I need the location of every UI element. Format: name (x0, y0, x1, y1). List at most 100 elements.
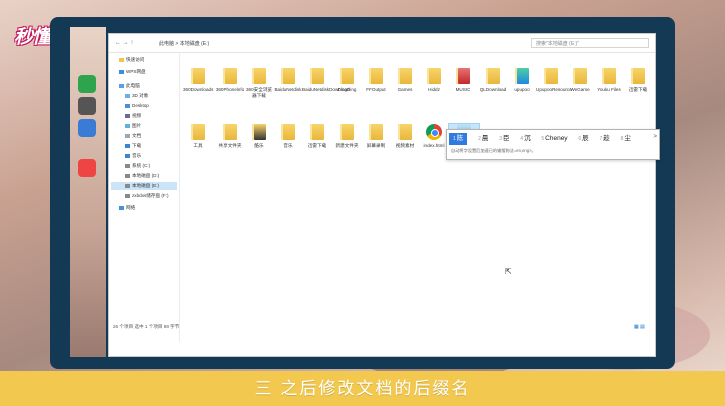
folder-item[interactable]: Hiddz (419, 68, 449, 93)
html-file-item[interactable]: index.html (419, 124, 449, 149)
candidate-6[interactable]: 6辰 (578, 133, 588, 145)
folder-icon (252, 68, 266, 84)
candidate-3[interactable]: 3臣 (499, 133, 509, 145)
search-input[interactable]: 搜索"本地磁盘 (E:)" (531, 38, 649, 48)
app-folder-icon (515, 68, 529, 84)
star-icon (119, 57, 124, 62)
folder-item[interactable]: BaiduNetdisk (273, 68, 303, 93)
folder-icon (631, 68, 645, 84)
network-icon (119, 205, 124, 210)
folder-item[interactable]: 迅雷下载 (623, 68, 653, 93)
sidebar-item-drive-e[interactable]: 本地磁盘 (E:) (111, 182, 177, 190)
folder-item[interactable]: 360安全浏览器下载 (244, 68, 274, 98)
sidebar-item-desktop[interactable]: Desktop (125, 102, 149, 110)
music-icon (125, 153, 130, 158)
folder-item[interactable]: 360Phonelnfo (215, 68, 245, 93)
folder-icon (191, 124, 205, 140)
candidate-5[interactable]: 5Cheney (541, 133, 567, 145)
chrome-icon (426, 124, 442, 140)
folder-item[interactable]: QLDownload (478, 68, 508, 93)
sidebar-item-this-pc[interactable]: 此电脑 (119, 82, 140, 90)
chrome-desktop-icon[interactable] (78, 159, 96, 177)
desktop-icon-strip (70, 27, 106, 357)
folder-icon (602, 68, 616, 84)
folder-item[interactable]: Games (390, 68, 420, 93)
folder-item[interactable]: upupoo (507, 68, 537, 93)
navigation-pane: 快速访问 WPS网盘 此电脑 3D 对象 Desktop 视频 图片 文档 下载… (109, 52, 180, 342)
folder-item[interactable]: MUSIC (448, 68, 478, 93)
sidebar-item-pictures[interactable]: 图片 (125, 122, 141, 130)
sidebar-item-drive-c[interactable]: 系统 (C:) (125, 162, 150, 170)
folder-item[interactable]: 酷乐 (244, 124, 274, 149)
sidebar-item-drive-f[interactable]: zxbdxs储存盘 (F:) (125, 192, 169, 200)
download-icon (125, 143, 130, 148)
ime-candidate-window: 1陈 2晨 3臣 4沉 5Cheney 6辰 7趁 8尘 > 自动将字设置后加速… (446, 129, 660, 160)
mouse-cursor-icon: ⇱ (505, 267, 512, 276)
view-toggle-icons[interactable]: ▦ ▤ (634, 324, 645, 330)
folder-item[interactable]: 视频素材 (390, 124, 420, 149)
address-bar: ← → ↑ 此电脑 > 本地磁盘 (E:) 搜索"本地磁盘 (E:)" (109, 34, 655, 53)
file-list: 360Downloads 360Phonelnfo 360安全浏览器下载 Bai… (181, 52, 655, 342)
candidate-list: 1陈 2晨 3臣 4沉 5Cheney 6辰 7趁 8尘 (449, 133, 640, 145)
sidebar-item-drive-d[interactable]: 本地磁盘 (D:) (125, 172, 159, 180)
folder-icon (398, 124, 412, 140)
folder-item[interactable]: BaiduNetdiskDownload (302, 68, 350, 93)
folder-item[interactable]: 屏幕录制 (361, 124, 391, 149)
folder-icon (223, 68, 237, 84)
sidebar-item-downloads[interactable]: 下载 (125, 142, 141, 150)
app-desktop-icon[interactable] (78, 97, 96, 115)
folder-icon (369, 124, 383, 140)
sidebar-item-video[interactable]: 视频 (125, 112, 141, 120)
folder-item[interactable]: WeGame (565, 68, 595, 93)
folder-icon (573, 68, 587, 84)
picture-icon (125, 123, 130, 128)
folder-icon (427, 68, 441, 84)
folder-item[interactable]: 360Downloads (183, 68, 213, 93)
status-bar: 26 个项目 选中 1 个项目 88 字节 (113, 324, 180, 329)
folder-item[interactable]: FFOutput (361, 68, 391, 93)
folder-icon (252, 124, 266, 140)
sidebar-item-wps[interactable]: WPS网盘 (119, 68, 146, 76)
sidebar-item-network[interactable]: 网络 (119, 204, 135, 212)
candidate-4[interactable]: 4沉 (520, 133, 530, 145)
sidebar-item-3d[interactable]: 3D 对象 (125, 92, 148, 100)
folder-item[interactable]: 共享文件夹 (215, 124, 245, 149)
folder-item[interactable]: 工具 (183, 124, 213, 149)
3d-objects-icon (125, 93, 130, 98)
sidebar-item-music[interactable]: 音乐 (125, 152, 141, 160)
folder-item[interactable]: UpupooResource (536, 68, 572, 93)
folder-item[interactable]: 音乐 (273, 124, 303, 149)
app-desktop-icon[interactable] (78, 119, 96, 137)
computer-icon (119, 83, 124, 88)
file-explorer-window: ← → ↑ 此电脑 > 本地磁盘 (E:) 搜索"本地磁盘 (E:)" 快速访问… (108, 33, 656, 357)
folder-icon (544, 68, 558, 84)
folder-icon (369, 68, 383, 84)
folder-item[interactable]: Youku Files (594, 68, 624, 93)
folder-icon (281, 68, 295, 84)
video-icon (125, 113, 130, 118)
folder-item[interactable]: 迅雷下载 (302, 124, 332, 149)
drive-icon (125, 163, 130, 168)
wechat-desktop-icon[interactable] (78, 75, 96, 93)
folder-icon (310, 68, 324, 84)
folder-icon (486, 68, 500, 84)
drive-icon (125, 183, 130, 188)
sidebar-item-quick-access[interactable]: 快速访问 (119, 56, 144, 64)
nav-arrows[interactable]: ← → ↑ (115, 40, 133, 46)
next-page-arrow-icon[interactable]: > (653, 134, 657, 140)
step-caption: 三 之后修改文档的后缀名 (254, 379, 471, 398)
music-folder-icon (456, 68, 470, 84)
candidate-1[interactable]: 1陈 (449, 133, 468, 145)
candidate-2[interactable]: 2晨 (478, 133, 488, 145)
sidebar-item-documents[interactable]: 文档 (125, 132, 141, 140)
folder-item[interactable]: DingDing (332, 68, 362, 93)
desktop-screen: ← → ↑ 此电脑 > 本地磁盘 (E:) 搜索"本地磁盘 (E:)" 快速访问… (70, 27, 656, 357)
cloud-icon (119, 69, 124, 74)
breadcrumb[interactable]: 此电脑 > 本地磁盘 (E:) (159, 40, 209, 47)
candidate-7[interactable]: 7趁 (599, 133, 609, 145)
folder-item[interactable]: 新建文件夹 (332, 124, 362, 149)
document-icon (125, 133, 130, 138)
desktop-icon (125, 103, 130, 108)
candidate-8[interactable]: 8尘 (621, 133, 631, 145)
folder-icon (398, 68, 412, 84)
